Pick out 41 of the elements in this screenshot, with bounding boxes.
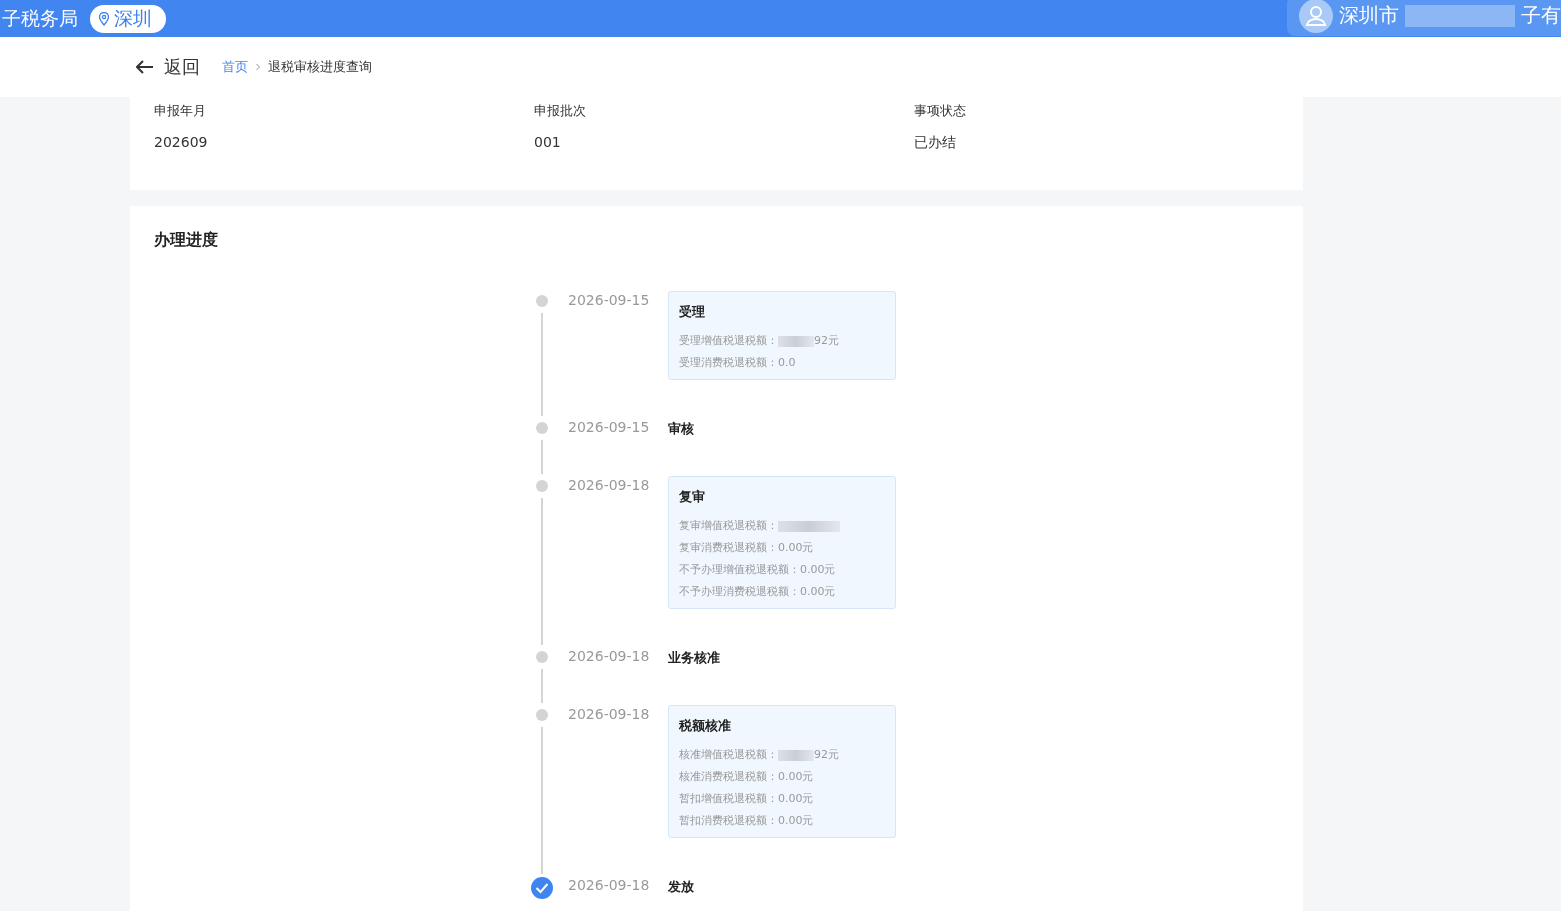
user-avatar-icon	[1299, 0, 1333, 33]
step-title: 审核	[668, 420, 694, 436]
field-label: 申报批次	[534, 102, 587, 120]
field-label: 申报年月	[154, 102, 207, 120]
location-pin-icon	[98, 11, 110, 26]
amount-line: 暂扣消费税退税额：0.00元	[679, 813, 815, 829]
user-menu[interactable]: 深圳市 子有	[1287, 0, 1561, 36]
step-title: 税额核准	[679, 717, 732, 735]
step-date: 2026-09-18	[568, 647, 651, 666]
step-title: 受理	[679, 303, 706, 321]
step-date: 2026-09-18	[568, 476, 651, 495]
amount-line: 核准消费税退税额：0.00元	[679, 769, 815, 785]
user-name-start: 深圳市	[1339, 2, 1399, 29]
step-date: 2026-09-18	[568, 705, 651, 724]
field-value: 已办结	[914, 134, 957, 152]
breadcrumb-current[interactable]: 退税审核进度查询	[268, 58, 372, 76]
breadcrumb-link[interactable]: 首页	[222, 58, 248, 76]
back-arrow-icon	[136, 60, 154, 74]
field-value: 202609	[154, 134, 209, 150]
back-button[interactable]: 返回	[136, 55, 200, 79]
location-button[interactable]: 深圳	[90, 4, 166, 33]
user-name-end: 子有	[1521, 2, 1561, 29]
chevron-icon	[254, 63, 262, 71]
amount-line: 核准增值税退税额： 92元	[679, 747, 840, 763]
field-label: 事项状态	[914, 102, 967, 120]
step-date: 2026-09-18	[568, 876, 651, 895]
step-title: 业务核准	[668, 649, 720, 665]
step-date: 2026-09-15	[568, 418, 651, 437]
amount-line: 复审消费税退税额：0.00元	[679, 540, 815, 556]
step-title: 复审	[679, 488, 706, 506]
amount-line: 受理消费税退税额：0.0	[679, 355, 797, 371]
step-title: 发放	[668, 878, 694, 894]
amount-line: 不予办理增值税退税额：0.00元	[679, 562, 837, 578]
amount-line: 暂扣增值税退税额：0.00元	[679, 791, 815, 807]
agency-name: 子税务局	[2, 5, 78, 31]
section-title: 办理进度	[154, 230, 219, 251]
amount-line: 受理增值税退税额： 92元	[679, 333, 840, 349]
amount-line: 不予办理消费税退税额：0.00元	[679, 584, 837, 600]
field-value: 001	[534, 134, 562, 150]
amount-line: 复审增值税退税额：	[679, 515, 885, 537]
step-date: 2026-09-15	[568, 291, 651, 310]
